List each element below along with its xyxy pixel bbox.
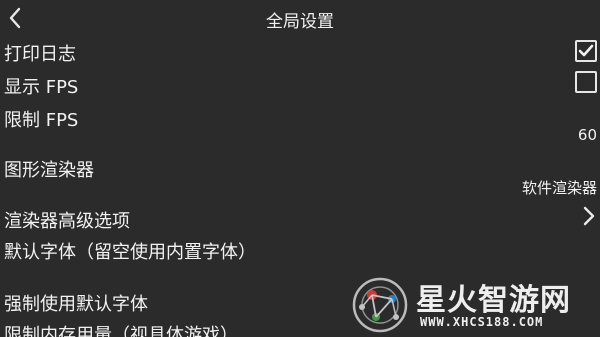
chevron-right-icon xyxy=(583,206,595,226)
watermark-name: 星火智游网 xyxy=(416,283,571,318)
default-font-label[interactable]: 默认字体（留空使用内置字体） xyxy=(4,238,256,264)
limit-fps-value: 60 xyxy=(577,126,597,144)
renderer-value: 软件渲染器 xyxy=(521,179,597,197)
show-fps-label: 显示 FPS xyxy=(4,77,79,98)
title-bar: 全局设置 xyxy=(0,0,600,36)
page-title: 全局设置 xyxy=(266,12,334,32)
print-log-checkbox[interactable] xyxy=(575,40,597,62)
renderer-advanced-label[interactable]: 渲染器高级选项 xyxy=(4,207,130,233)
show-fps-checkbox[interactable] xyxy=(575,71,597,93)
global-settings-screen: 全局设置 打印日志 显示 FPS 限制 FPS 60 图形渲染器 软件渲染器 渲… xyxy=(0,0,600,337)
limit-fps-label[interactable]: 限制 FPS xyxy=(4,106,78,132)
network-logo-icon xyxy=(352,277,408,333)
force-default-font-label[interactable]: 强制使用默认字体 xyxy=(4,290,148,316)
print-log-label: 打印日志 xyxy=(4,44,76,65)
renderer-advanced-chevron[interactable] xyxy=(582,205,596,227)
watermark-url: WWW.XHCS188.COM xyxy=(420,315,544,329)
watermark: 星火智游网 WWW.XHCS188.COM xyxy=(348,273,600,337)
memory-limit-label[interactable]: 限制内存用量（视具体游戏） xyxy=(4,321,238,337)
checkmark-icon xyxy=(578,44,594,57)
renderer-label[interactable]: 图形渲染器 xyxy=(4,156,94,182)
